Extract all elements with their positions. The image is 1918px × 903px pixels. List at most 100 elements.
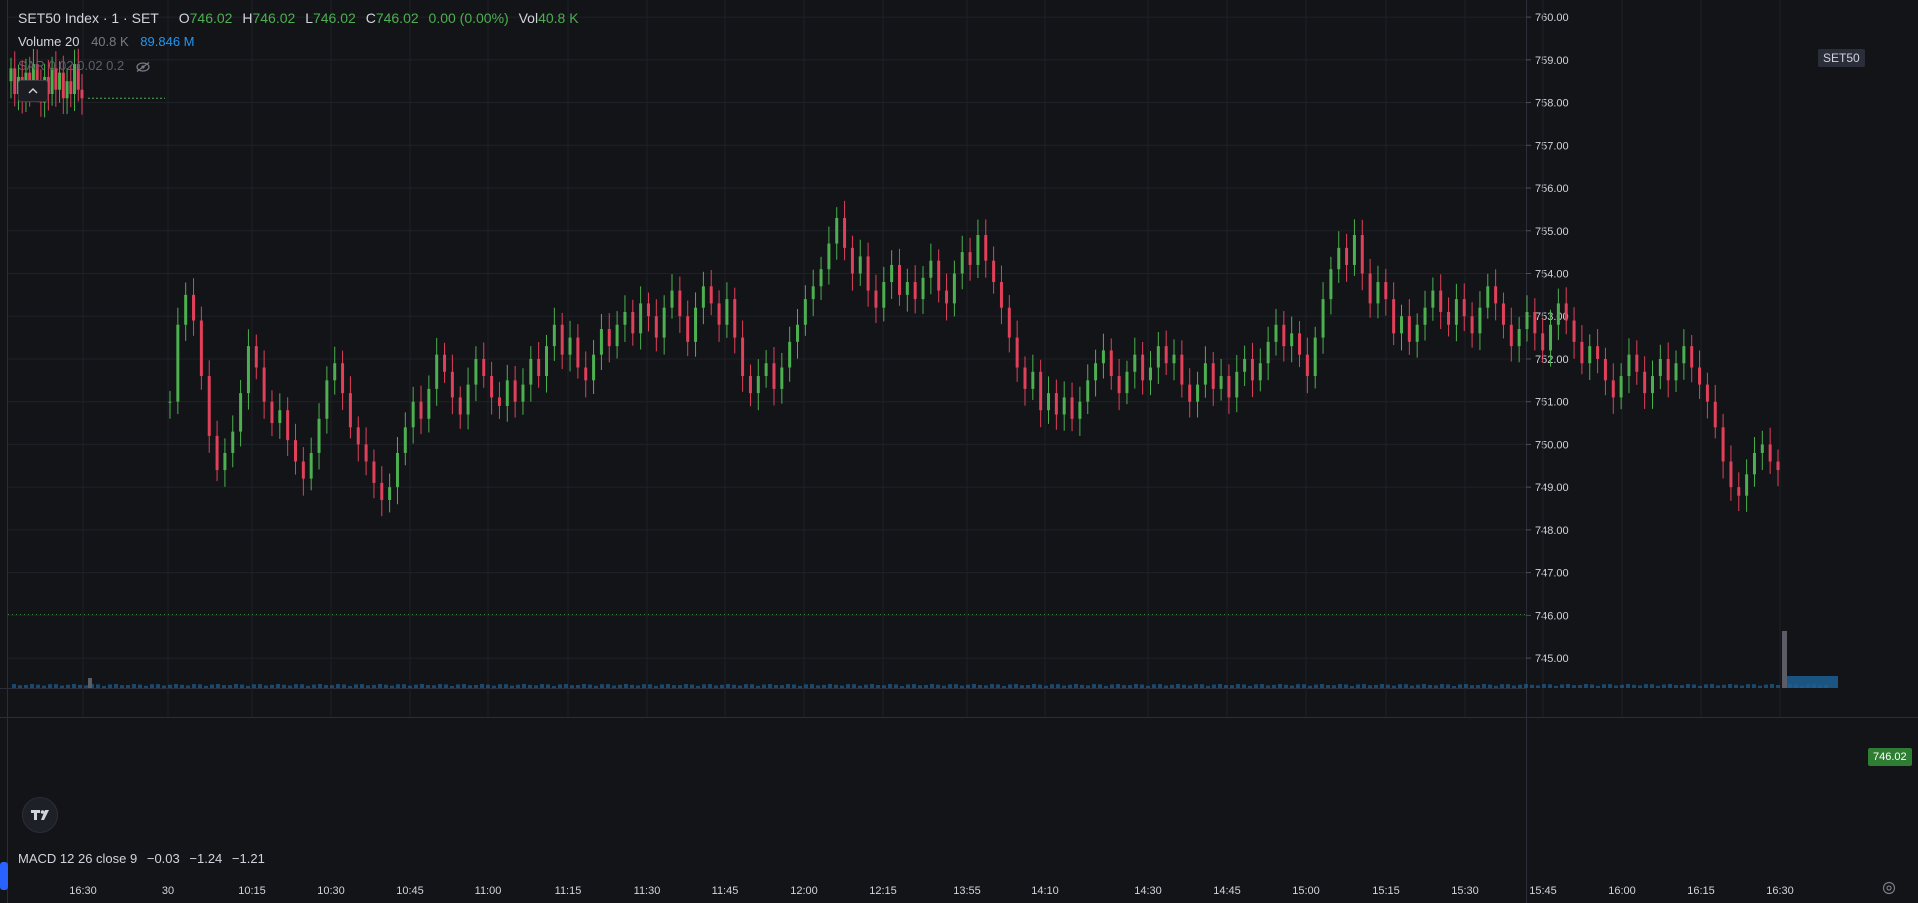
volume-bar	[1278, 684, 1282, 688]
candle-body	[835, 217, 839, 244]
candle-body	[356, 427, 360, 445]
volume-bar	[1194, 684, 1198, 688]
macd-title: MACD 12 26 close 9	[18, 851, 138, 866]
close-value: 746.02	[375, 10, 419, 26]
candle-body	[756, 376, 760, 394]
x-tick-label: 10:30	[317, 885, 345, 897]
candle-body	[772, 363, 776, 389]
candle-body	[1525, 311, 1529, 330]
candle-body	[1478, 307, 1482, 334]
volume-bar	[576, 685, 580, 688]
sar-indicator-legend[interactable]: SAR 0.02 0.02 0.2	[18, 58, 150, 73]
x-tick-label: 10:15	[238, 885, 266, 897]
volume-bar	[1488, 684, 1492, 688]
volume-bar	[1260, 684, 1264, 688]
candle-body	[427, 388, 431, 419]
candle-body	[945, 290, 949, 304]
volume-bar	[1656, 685, 1660, 688]
volume-bar	[1326, 684, 1330, 688]
candle-body	[1549, 324, 1553, 351]
candle-body	[1180, 354, 1184, 385]
volume-bar	[222, 685, 226, 688]
settings-gear-icon[interactable]	[1882, 881, 1896, 895]
close-label: C	[365, 10, 376, 26]
volume-bar	[1764, 684, 1768, 688]
candle-body	[780, 367, 784, 389]
volume-bar	[966, 684, 970, 688]
candle-body	[1643, 371, 1647, 394]
candle-body	[1376, 282, 1380, 304]
volume-bar	[1014, 684, 1018, 688]
volume-bar	[810, 684, 814, 688]
candle-body	[1447, 311, 1451, 325]
candle-body	[1031, 371, 1035, 389]
candle-body	[1658, 358, 1662, 377]
candle-body	[1517, 329, 1521, 347]
volume-indicator-legend[interactable]: Volume 20 40.8 K 89.846 M	[18, 34, 194, 49]
volume-bar	[1476, 685, 1480, 688]
volume-bar	[1566, 684, 1570, 688]
volume-bar	[1470, 685, 1474, 688]
volume-bar	[1302, 684, 1306, 688]
candle-body	[1133, 354, 1137, 372]
candle-body	[529, 358, 533, 385]
volume-bar	[1530, 684, 1534, 688]
x-tick-label: 13:55	[953, 885, 981, 897]
volume-bar	[840, 685, 844, 688]
volume-bar	[426, 684, 430, 688]
pane-resize-handle[interactable]	[0, 862, 8, 890]
tradingview-logo[interactable]	[22, 797, 58, 833]
candle-body	[1423, 307, 1427, 325]
volume-bar	[822, 684, 826, 688]
symbol-title[interactable]: SET50 Index · 1 · SET	[18, 10, 159, 26]
volume-bar	[1536, 685, 1540, 688]
candle-body	[882, 282, 886, 308]
volume-bar	[198, 684, 202, 688]
candle-body	[819, 269, 823, 287]
volume-bar	[534, 685, 538, 688]
volume-bar	[420, 684, 424, 688]
candle-body	[466, 384, 470, 415]
volume-bar	[612, 685, 616, 688]
price-chart[interactable]: 760.00 759.00 758.00 757.00 756.00 755.00 754.…	[0, 0, 1918, 903]
volume-bar	[1584, 684, 1588, 688]
volume-bar	[1110, 684, 1114, 688]
volume-bar	[1518, 684, 1522, 688]
low-label: L	[305, 10, 313, 26]
volume-bar	[174, 684, 178, 688]
volume-bar	[1620, 684, 1624, 688]
volume-bar	[18, 685, 22, 688]
candle-body	[1494, 286, 1498, 304]
volume-bar	[348, 685, 352, 688]
candle-body	[309, 452, 313, 479]
volume-bar	[1176, 684, 1180, 688]
candle-body	[395, 452, 399, 488]
volume-bar	[546, 684, 550, 688]
candle-body	[1407, 316, 1411, 342]
symbol-tag: SET50	[1818, 49, 1865, 67]
volume-bar	[156, 684, 160, 688]
candle-body	[960, 252, 964, 274]
volume-bar	[1716, 685, 1720, 688]
candle-body	[662, 307, 666, 338]
volume-bar	[1182, 684, 1186, 688]
volume-bar	[192, 684, 196, 688]
collapse-legend-button[interactable]	[18, 80, 48, 102]
candle-body	[576, 337, 580, 368]
volume-bar	[726, 684, 730, 688]
candle-body	[615, 324, 619, 347]
hidden-eye-icon[interactable]	[136, 61, 150, 72]
volume-bar	[42, 685, 46, 688]
volume-bar	[660, 684, 664, 688]
candle-body	[497, 397, 501, 406]
volume-bar	[1122, 685, 1126, 688]
volume-bar	[324, 685, 328, 688]
volume-bar	[1164, 685, 1168, 688]
candle-body	[748, 376, 752, 394]
y-tick-label: 746.00	[1535, 610, 1569, 622]
open-value: 746.02	[189, 10, 233, 26]
candle-body	[58, 72, 62, 90]
x-tick-label: 15:00	[1292, 885, 1320, 897]
candle-body	[678, 290, 682, 317]
macd-legend[interactable]: MACD 12 26 close 9 −0.03 −1.24 −1.21	[18, 851, 265, 866]
